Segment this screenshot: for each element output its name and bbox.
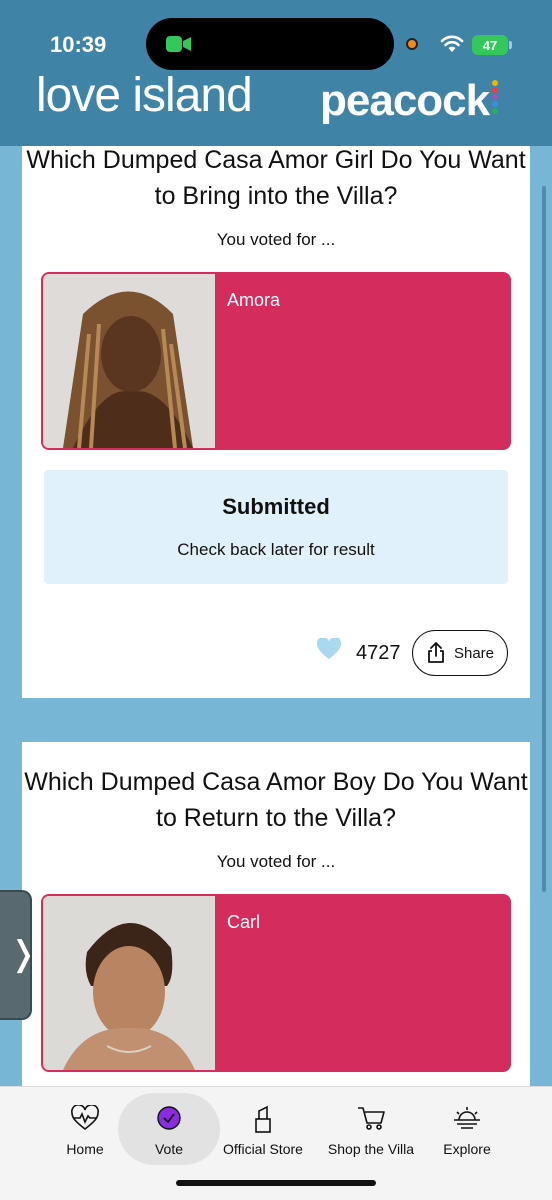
poll-question: Which Dumped Casa Amor Girl Do You Want … bbox=[26, 146, 526, 210]
voted-choice-card[interactable]: Carl bbox=[41, 894, 511, 1072]
nav-shop-the-villa[interactable]: Shop the Villa bbox=[324, 1087, 418, 1167]
heartbeat-icon bbox=[71, 1105, 99, 1131]
share-label: Share bbox=[453, 644, 495, 662]
share-button[interactable]: Share bbox=[412, 630, 508, 676]
love-island-logo[interactable]: love island bbox=[36, 68, 253, 123]
heart-icon[interactable] bbox=[316, 638, 342, 660]
sunset-icon bbox=[454, 1107, 480, 1129]
check-circle-icon bbox=[157, 1106, 181, 1130]
nav-label: Official Store bbox=[223, 1141, 303, 1157]
lipstick-icon bbox=[255, 1105, 271, 1133]
contestant-photo bbox=[43, 274, 215, 448]
battery-tip bbox=[509, 41, 512, 49]
voted-label: You voted for ... bbox=[216, 230, 336, 249]
cart-icon bbox=[358, 1107, 385, 1130]
poll-question: Which Dumped Casa Amor Boy Do You Want t… bbox=[24, 768, 528, 832]
nav-label: Shop the Villa bbox=[327, 1141, 415, 1157]
side-drawer-toggle[interactable]: ❭ bbox=[0, 890, 38, 1020]
voted-label: You voted for ... bbox=[216, 852, 336, 871]
dynamic-island bbox=[146, 18, 394, 70]
app-header: 10:39 47 love island peacock bbox=[0, 0, 552, 146]
submitted-title: Submitted bbox=[222, 494, 330, 519]
wifi-icon bbox=[440, 35, 464, 52]
home-indicator[interactable] bbox=[176, 1180, 376, 1186]
nav-label: Explore bbox=[443, 1141, 491, 1157]
peacock-logo[interactable]: peacock bbox=[320, 76, 490, 126]
chevron-right-icon: ❭ bbox=[9, 935, 38, 973]
share-icon bbox=[428, 642, 444, 663]
nav-label: Home bbox=[66, 1141, 104, 1157]
scrollbar[interactable] bbox=[542, 186, 546, 892]
facetime-camera-icon bbox=[166, 36, 191, 52]
nav-label: Vote bbox=[154, 1141, 184, 1157]
privacy-indicator bbox=[406, 38, 418, 50]
nav-official-store[interactable]: Official Store bbox=[218, 1087, 308, 1167]
nav-vote[interactable]: Vote bbox=[134, 1087, 204, 1167]
choice-name: Amora bbox=[227, 290, 281, 310]
voted-choice-card[interactable]: Amora bbox=[41, 272, 511, 450]
status-time: 10:39 bbox=[50, 32, 107, 57]
like-count: 4727 bbox=[356, 642, 401, 664]
contestant-photo bbox=[43, 896, 215, 1070]
poll-card: Which Dumped Casa Amor Girl Do You Want … bbox=[22, 146, 530, 698]
nav-explore[interactable]: Explore bbox=[432, 1087, 502, 1167]
submitted-panel: Submitted Check back later for result bbox=[44, 470, 508, 584]
submitted-message: Check back later for result bbox=[177, 540, 375, 559]
poll-card: Which Dumped Casa Amor Boy Do You Want t… bbox=[22, 742, 530, 1102]
nav-home[interactable]: Home bbox=[50, 1087, 120, 1167]
battery-indicator: 47 bbox=[472, 35, 508, 55]
choice-name: Carl bbox=[227, 912, 261, 932]
peacock-dots-icon bbox=[492, 80, 498, 115]
